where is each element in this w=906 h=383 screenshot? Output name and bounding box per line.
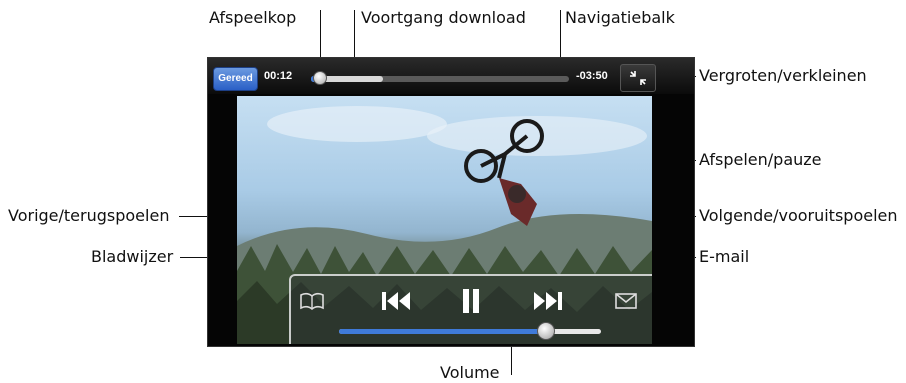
remaining-time: -03:50 [576,70,608,82]
callout-next: Volgende/vooruitspoelen [699,206,898,225]
video-player-screen: Gereed 00:12 -03:50 [207,57,695,347]
video-frame[interactable] [237,96,652,344]
pause-icon [463,289,479,313]
next-button[interactable] [531,288,565,314]
volume-knob[interactable] [537,322,555,340]
envelope-icon [615,293,637,309]
rewind-icon [382,292,410,310]
playback-controls-panel [289,274,652,344]
callout-zoom: Vergroten/verkleinen [699,66,867,85]
book-icon [300,292,324,311]
callout-volume: Volume [440,363,500,382]
zoom-icon [627,68,649,93]
zoom-button[interactable] [620,64,656,92]
callout-previous: Vorige/terugspoelen [8,206,170,225]
play-pause-button[interactable] [458,286,484,316]
volume-level [339,329,541,334]
callout-download-progress: Voortgang download [361,8,526,27]
scrubber-bar[interactable] [311,76,569,82]
callout-playhead: Afspeelkop [209,8,297,27]
previous-button[interactable] [379,288,413,314]
callout-bookmark: Bladwijzer [91,247,174,266]
callout-play-pause: Afspelen/pauze [699,150,822,169]
top-bar: Gereed 00:12 -03:50 [208,58,694,94]
volume-slider[interactable] [339,329,601,334]
email-button[interactable] [613,290,639,312]
elapsed-time: 00:12 [264,70,293,82]
callout-scrubber: Navigatiebalk [565,8,675,27]
bookmark-button[interactable] [297,289,327,313]
playhead[interactable] [313,71,327,85]
callout-email: E-mail [699,247,750,266]
done-button[interactable]: Gereed [213,67,258,91]
fast-forward-icon [534,292,562,310]
